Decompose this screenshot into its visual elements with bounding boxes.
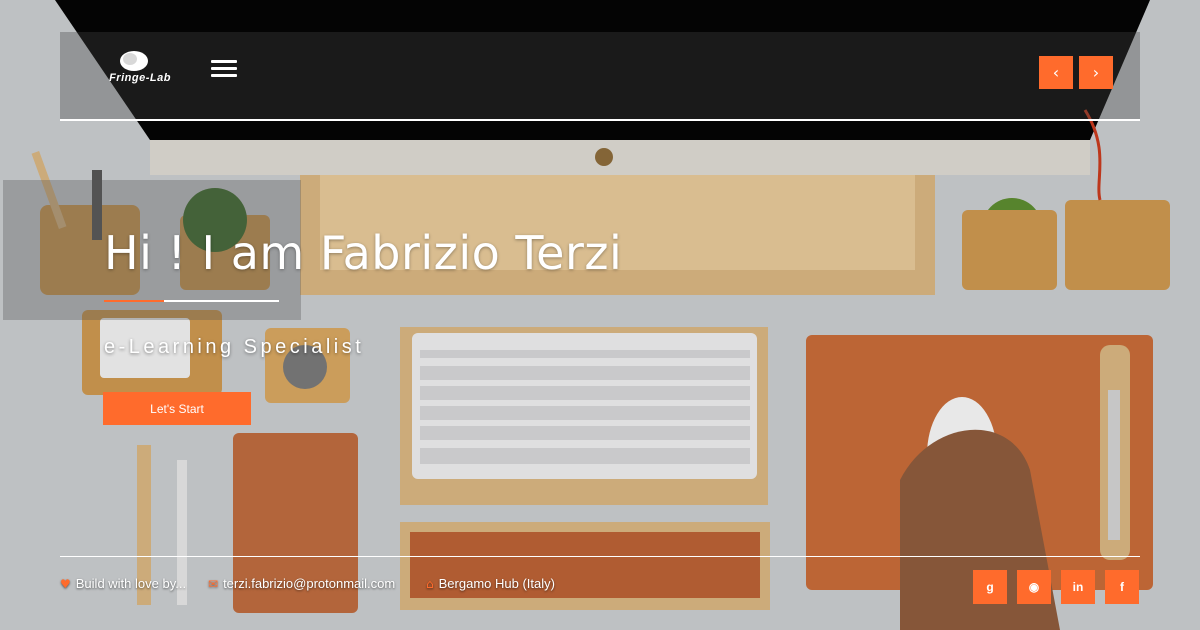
facebook-icon: f: [1120, 580, 1124, 594]
facebook-button[interactable]: f: [1105, 570, 1139, 604]
hero-subtitle: e-Learning Specialist: [104, 336, 365, 358]
linkedin-button[interactable]: in: [1061, 570, 1095, 604]
chevron-right-icon: ›: [1092, 63, 1100, 82]
home-icon: ⌂: [426, 576, 434, 591]
google-plus-button[interactable]: g: [973, 570, 1007, 604]
hero-underline: [104, 300, 279, 302]
logo-text: Fringe-Lab: [109, 72, 171, 84]
google-plus-icon: g: [986, 580, 994, 594]
prev-slide-button[interactable]: ‹: [1039, 56, 1073, 89]
footer-location-text: Bergamo Hub (Italy): [438, 576, 555, 591]
footer-credit-text: Build with love by...: [75, 576, 187, 591]
footer-location: ⌂ Bergamo Hub (Italy): [426, 576, 555, 591]
github-icon: ◉: [1028, 580, 1040, 594]
footer-email[interactable]: ✉ terzi.fabrizio@protonmail.com: [208, 576, 395, 591]
lets-start-button[interactable]: Let's Start: [103, 392, 251, 425]
mail-icon: ✉: [208, 576, 219, 591]
chevron-left-icon: ‹: [1052, 63, 1060, 82]
hero-underline-accent: [104, 300, 164, 302]
github-button[interactable]: ◉: [1017, 570, 1051, 604]
footer-divider: [60, 556, 1140, 557]
logo-mark-icon: [120, 51, 148, 71]
footer-credit: ♥ Build with love by...: [60, 576, 186, 591]
brand-logo[interactable]: Fringe-Lab: [95, 50, 185, 90]
header-divider: [60, 119, 1140, 121]
heart-icon: ♥: [60, 576, 71, 591]
hero-title: Hi ! I am Fabrizio Terzi: [104, 226, 623, 280]
linkedin-icon: in: [1072, 580, 1084, 594]
hamburger-menu-icon[interactable]: [211, 60, 237, 78]
page: Fringe-Lab ‹ › Hi ! I am Fabrizio Terzi …: [0, 0, 1200, 630]
email-link[interactable]: terzi.fabrizio@protonmail.com: [223, 576, 395, 591]
next-slide-button[interactable]: ›: [1079, 56, 1113, 89]
